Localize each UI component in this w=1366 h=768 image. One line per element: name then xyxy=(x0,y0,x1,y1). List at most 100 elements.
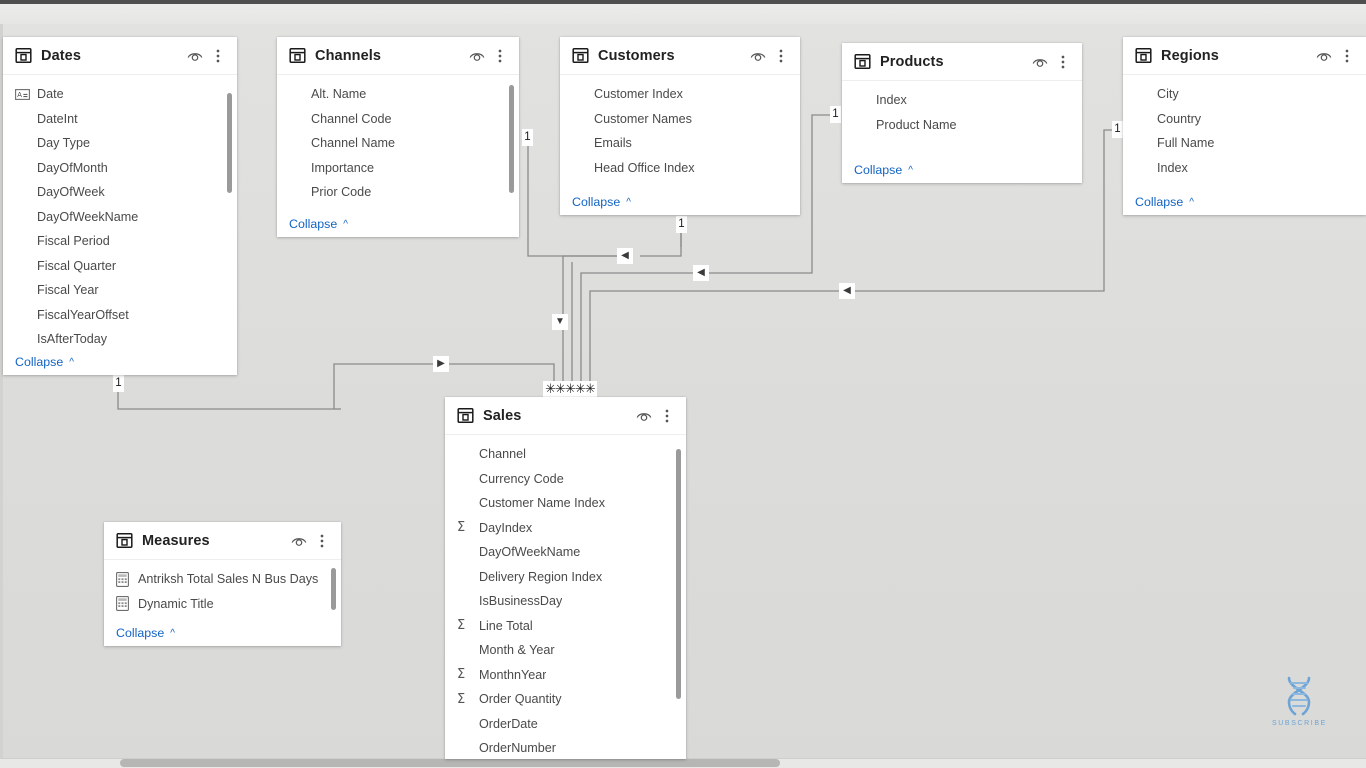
collapse-link-regions[interactable]: Collapse ^ xyxy=(1123,189,1366,215)
eye-icon[interactable] xyxy=(291,535,307,547)
field-row[interactable]: Index xyxy=(842,88,1082,113)
field-row[interactable]: Emails xyxy=(560,131,800,156)
table-header-sales[interactable]: Sales xyxy=(445,397,686,435)
hide-table-button[interactable] xyxy=(1315,47,1333,65)
table-options-button[interactable] xyxy=(209,47,227,65)
field-row[interactable]: Prior Code xyxy=(277,180,519,205)
field-row[interactable]: Index xyxy=(1123,156,1366,181)
relationship-badge-channels-one[interactable]: 1 xyxy=(522,129,533,146)
field-row[interactable]: Full Name xyxy=(1123,131,1366,156)
more-options-icon[interactable] xyxy=(665,408,669,424)
field-row[interactable]: Σ DayIndex xyxy=(445,516,686,541)
table-scrollbar-thumb[interactable] xyxy=(331,568,336,610)
hide-table-button[interactable] xyxy=(635,407,653,425)
hide-table-button[interactable] xyxy=(468,47,486,65)
field-row[interactable]: Channel Code xyxy=(277,107,519,132)
table-options-button[interactable] xyxy=(313,532,331,550)
relationship-badge-customers-one[interactable]: 1 xyxy=(676,216,687,233)
table-options-button[interactable] xyxy=(1054,53,1072,71)
table-options-button[interactable] xyxy=(491,47,509,65)
collapse-link-products[interactable]: Collapse ^ xyxy=(842,157,1082,183)
relationship-badge-arrow-channels-cross[interactable]: ◀ xyxy=(617,248,633,264)
table-card-products[interactable]: Products Index Product Name Collapse ^ xyxy=(842,43,1082,183)
table-options-button[interactable] xyxy=(772,47,790,65)
horizontal-scrollbar-track[interactable] xyxy=(0,758,1366,768)
field-row[interactable]: Antriksh Total Sales N Bus Days xyxy=(104,567,341,592)
field-row[interactable]: DayOfWeekName xyxy=(3,205,237,230)
field-row[interactable]: Fiscal Quarter xyxy=(3,254,237,279)
field-row[interactable]: Customer Names xyxy=(560,107,800,132)
eye-icon[interactable] xyxy=(1316,50,1332,62)
collapse-link-channels[interactable]: Collapse ^ xyxy=(277,211,519,237)
eye-icon[interactable] xyxy=(469,50,485,62)
table-card-channels[interactable]: Channels Alt. Name Channel Code Channel Nam… xyxy=(277,37,519,237)
relationship-badge-arrow-regions-cross[interactable]: ◀ xyxy=(839,283,855,299)
hide-table-button[interactable] xyxy=(290,532,308,550)
eye-icon[interactable] xyxy=(636,410,652,422)
table-header-regions[interactable]: Regions xyxy=(1123,37,1366,75)
field-row[interactable]: Product Name xyxy=(842,113,1082,138)
field-row[interactable]: Σ Line Total xyxy=(445,614,686,639)
field-row[interactable]: OrderNumber xyxy=(445,736,686,759)
field-row[interactable]: Currency Code xyxy=(445,467,686,492)
hide-table-button[interactable] xyxy=(749,47,767,65)
collapse-link-dates[interactable]: Collapse ^ xyxy=(3,349,237,375)
field-row[interactable]: Day Type xyxy=(3,131,237,156)
table-scrollbar-thumb[interactable] xyxy=(676,449,681,699)
field-row[interactable]: Month & Year xyxy=(445,638,686,663)
more-options-icon[interactable] xyxy=(216,48,220,64)
table-card-customers[interactable]: Customers Customer Index Customer Names Ema… xyxy=(560,37,800,215)
relationship-badge-arrow-measures-right[interactable]: ▶ xyxy=(433,356,449,372)
table-card-sales[interactable]: Sales Channel Currency Code Customer Name I… xyxy=(445,397,686,759)
field-row[interactable]: Channel Name xyxy=(277,131,519,156)
field-row[interactable]: DayOfWeek xyxy=(3,180,237,205)
field-row[interactable]: IsAfterToday xyxy=(3,327,237,349)
field-row[interactable]: Customer Name Index xyxy=(445,491,686,516)
more-options-icon[interactable] xyxy=(1345,48,1349,64)
field-row[interactable]: Channel xyxy=(445,442,686,467)
more-options-icon[interactable] xyxy=(779,48,783,64)
field-row[interactable]: FiscalYearOffset xyxy=(3,303,237,328)
field-row[interactable]: Σ MonthnYear xyxy=(445,663,686,688)
table-header-measures[interactable]: Measures xyxy=(104,522,341,560)
field-row[interactable]: Fiscal Period xyxy=(3,229,237,254)
field-row[interactable]: City xyxy=(1123,82,1366,107)
table-card-dates[interactable]: Dates A Date DateInt Day Type DayOfMonth DayOf… xyxy=(3,37,237,375)
field-row[interactable]: Country xyxy=(1123,107,1366,132)
field-row[interactable]: Alt. Name xyxy=(277,82,519,107)
relationship-badge-products-one[interactable]: 1 xyxy=(830,106,841,123)
field-row[interactable]: Importance xyxy=(277,156,519,181)
horizontal-scrollbar-thumb[interactable] xyxy=(120,759,780,767)
table-card-measures[interactable]: Measures Antriksh Total Sales N Bus Days D… xyxy=(104,522,341,646)
table-header-dates[interactable]: Dates xyxy=(3,37,237,75)
table-options-button[interactable] xyxy=(658,407,676,425)
more-options-icon[interactable] xyxy=(1061,54,1065,70)
more-options-icon[interactable] xyxy=(498,48,502,64)
field-row[interactable]: Dynamic Title xyxy=(104,592,341,617)
collapse-link-customers[interactable]: Collapse ^ xyxy=(560,189,800,215)
field-row[interactable]: DayOfWeekName xyxy=(445,540,686,565)
table-header-customers[interactable]: Customers xyxy=(560,37,800,75)
field-row[interactable]: Delivery Region Index xyxy=(445,565,686,590)
field-row[interactable]: DateInt xyxy=(3,107,237,132)
field-row[interactable]: Customer Index xyxy=(560,82,800,107)
hide-table-button[interactable] xyxy=(1031,53,1049,71)
field-row[interactable]: Head Office Index xyxy=(560,156,800,181)
table-scrollbar-thumb[interactable] xyxy=(227,93,232,193)
field-row[interactable]: A Date xyxy=(3,82,237,107)
eye-icon[interactable] xyxy=(187,50,203,62)
hide-table-button[interactable] xyxy=(186,47,204,65)
table-options-button[interactable] xyxy=(1338,47,1356,65)
table-header-products[interactable]: Products xyxy=(842,43,1082,81)
relationship-badge-sales-many[interactable]: ✳✳✳✳✳ xyxy=(543,381,597,397)
field-row[interactable]: Fiscal Year xyxy=(3,278,237,303)
field-row[interactable]: OrderDate xyxy=(445,712,686,737)
relationship-badge-arrow-customers-cross[interactable]: ◀ xyxy=(693,265,709,281)
table-header-channels[interactable]: Channels xyxy=(277,37,519,75)
field-row[interactable]: Σ Order Quantity xyxy=(445,687,686,712)
more-options-icon[interactable] xyxy=(320,533,324,549)
eye-icon[interactable] xyxy=(1032,56,1048,68)
table-card-regions[interactable]: Regions City Country Full Name Index Collapse… xyxy=(1123,37,1366,215)
eye-icon[interactable] xyxy=(750,50,766,62)
collapse-link-measures[interactable]: Collapse ^ xyxy=(104,620,341,646)
